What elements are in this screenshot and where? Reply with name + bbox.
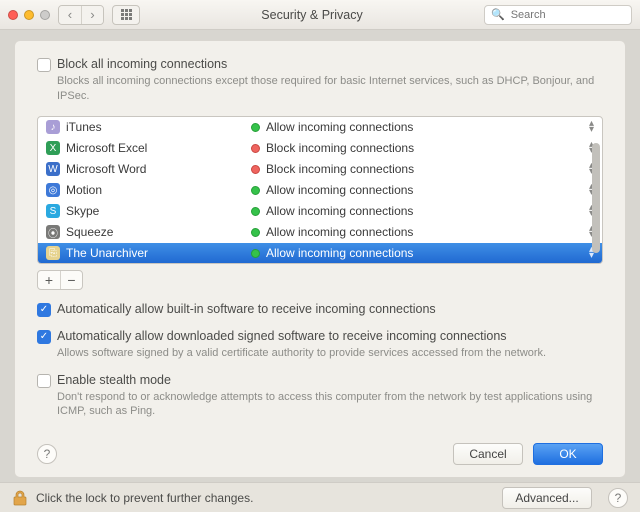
app-action-dropdown[interactable]: Block incoming connections▴▾ bbox=[251, 162, 594, 176]
status-dot-icon bbox=[251, 165, 260, 174]
app-action-dropdown[interactable]: Allow incoming connections▴▾ bbox=[251, 204, 594, 218]
stealth-row: Enable stealth mode bbox=[37, 373, 603, 388]
status-dot-icon bbox=[251, 249, 260, 258]
search-field[interactable]: 🔍 bbox=[484, 5, 632, 25]
app-row[interactable]: ⎘ The Unarchiver Allow incoming connection… bbox=[38, 243, 602, 264]
app-name-label: Motion bbox=[66, 183, 102, 197]
auto-signed-label: Automatically allow downloaded signed so… bbox=[57, 329, 507, 343]
block-all-row: Block all incoming connections bbox=[37, 57, 603, 72]
status-dot-icon bbox=[251, 144, 260, 153]
app-action-label: Allow incoming connections bbox=[266, 204, 583, 218]
app-action-label: Block incoming connections bbox=[266, 162, 583, 176]
app-name-label: Microsoft Word bbox=[66, 162, 146, 176]
app-action-dropdown[interactable]: Allow incoming connections▴▾ bbox=[251, 183, 594, 197]
add-remove-control: + − bbox=[37, 270, 83, 290]
status-dot-icon bbox=[251, 186, 260, 195]
auto-builtin-checkbox[interactable]: ✓ bbox=[37, 303, 51, 317]
app-action-dropdown[interactable]: Block incoming connections▴▾ bbox=[251, 141, 594, 155]
close-window-icon[interactable] bbox=[8, 10, 18, 20]
cancel-button[interactable]: Cancel bbox=[453, 443, 523, 465]
lock-bar: Click the lock to prevent further change… bbox=[0, 482, 640, 512]
status-dot-icon bbox=[251, 207, 260, 216]
app-action-label: Allow incoming connections bbox=[266, 183, 583, 197]
app-icon: W bbox=[46, 162, 60, 176]
status-dot-icon bbox=[251, 228, 260, 237]
app-name-label: Microsoft Excel bbox=[66, 141, 147, 155]
zoom-window-icon[interactable] bbox=[40, 10, 50, 20]
window-title: Security & Privacy bbox=[148, 8, 476, 22]
grid-icon bbox=[121, 9, 132, 20]
help-button[interactable]: ? bbox=[37, 444, 57, 464]
block-all-description: Blocks all incoming connections except t… bbox=[57, 74, 603, 104]
app-name-label: The Unarchiver bbox=[66, 246, 148, 260]
scrollbar[interactable] bbox=[590, 119, 600, 261]
app-name-label: iTunes bbox=[66, 120, 102, 134]
stealth-checkbox[interactable] bbox=[37, 374, 51, 388]
app-row[interactable]: ♪ iTunes Allow incoming connections▴▾ bbox=[38, 117, 602, 138]
forward-button[interactable]: › bbox=[81, 6, 103, 24]
app-action-label: Block incoming connections bbox=[266, 141, 583, 155]
stealth-label: Enable stealth mode bbox=[57, 373, 171, 387]
search-icon: 🔍 bbox=[491, 8, 505, 21]
search-input[interactable] bbox=[509, 8, 625, 22]
lock-text: Click the lock to prevent further change… bbox=[36, 491, 253, 505]
status-dot-icon bbox=[251, 123, 260, 132]
app-icon: ◎ bbox=[46, 183, 60, 197]
stealth-description: Don't respond to or acknowledge attempts… bbox=[57, 390, 603, 420]
titlebar: ‹ › Security & Privacy 🔍 bbox=[0, 0, 640, 30]
auto-builtin-label: Automatically allow built-in software to… bbox=[57, 302, 436, 316]
nav-back-forward: ‹ › bbox=[58, 5, 104, 25]
app-row[interactable]: S Skype Allow incoming connections▴▾ bbox=[38, 201, 602, 222]
help-button-bottom[interactable]: ? bbox=[608, 488, 628, 508]
app-action-dropdown[interactable]: Allow incoming connections▴▾ bbox=[251, 120, 594, 134]
panel-footer: ? Cancel OK bbox=[37, 443, 603, 465]
app-icon: ♪ bbox=[46, 120, 60, 134]
app-row[interactable]: ⦿ Squeeze Allow incoming connections▴▾ bbox=[38, 222, 602, 243]
window-controls bbox=[8, 10, 50, 20]
app-action-label: Allow incoming connections bbox=[266, 225, 583, 239]
app-action-dropdown[interactable]: Allow incoming connections▴▾ bbox=[251, 246, 594, 260]
app-list[interactable]: ♪ iTunes Allow incoming connections▴▾ X Micr… bbox=[37, 116, 603, 264]
app-action-dropdown[interactable]: Allow incoming connections▴▾ bbox=[251, 225, 594, 239]
app-action-label: Allow incoming connections bbox=[266, 246, 583, 260]
auto-signed-row: ✓ Automatically allow downloaded signed … bbox=[37, 329, 603, 344]
app-icon: X bbox=[46, 141, 60, 155]
block-all-label: Block all incoming connections bbox=[57, 57, 227, 71]
minimize-window-icon[interactable] bbox=[24, 10, 34, 20]
auto-signed-description: Allows software signed by a valid certif… bbox=[57, 346, 603, 361]
auto-signed-checkbox[interactable]: ✓ bbox=[37, 330, 51, 344]
firewall-options-panel: Block all incoming connections Blocks al… bbox=[14, 40, 626, 478]
app-icon: ⦿ bbox=[46, 225, 60, 239]
app-name-label: Squeeze bbox=[66, 225, 113, 239]
app-row[interactable]: ◎ Motion Allow incoming connections▴▾ bbox=[38, 180, 602, 201]
advanced-button[interactable]: Advanced... bbox=[502, 487, 592, 509]
app-icon: S bbox=[46, 204, 60, 218]
app-row[interactable]: X Microsoft Excel Block incoming connectio… bbox=[38, 138, 602, 159]
remove-app-button[interactable]: − bbox=[60, 271, 82, 289]
add-app-button[interactable]: + bbox=[38, 271, 60, 289]
show-all-button[interactable] bbox=[112, 5, 140, 25]
ok-button[interactable]: OK bbox=[533, 443, 603, 465]
app-name-label: Skype bbox=[66, 204, 99, 218]
block-all-checkbox[interactable] bbox=[37, 58, 51, 72]
app-row[interactable]: W Microsoft Word Block incoming connection… bbox=[38, 159, 602, 180]
app-action-label: Allow incoming connections bbox=[266, 120, 583, 134]
auto-builtin-row: ✓ Automatically allow built-in software … bbox=[37, 302, 603, 317]
lock-icon[interactable] bbox=[12, 489, 28, 507]
app-icon: ⎘ bbox=[46, 246, 60, 260]
scroll-thumb[interactable] bbox=[592, 143, 600, 253]
back-button[interactable]: ‹ bbox=[59, 6, 81, 24]
